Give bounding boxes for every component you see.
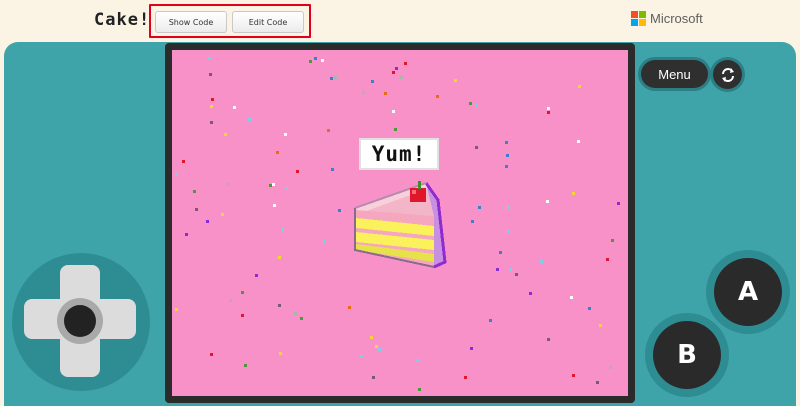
speech-bubble: Yum! — [359, 138, 439, 170]
cake-slice-sprite — [354, 181, 447, 269]
game-screen[interactable]: Yum! — [172, 50, 628, 396]
show-code-button[interactable]: Show Code — [155, 11, 227, 33]
code-button-group: Show Code Edit Code — [149, 4, 311, 38]
edit-code-button[interactable]: Edit Code — [232, 11, 304, 33]
a-button[interactable]: A — [714, 258, 782, 326]
microsoft-logo-icon — [631, 11, 646, 26]
microsoft-brand-text: Microsoft — [650, 11, 703, 26]
dpad-center[interactable] — [64, 305, 96, 337]
top-bar: Cake! Show Code Edit Code Microsoft — [0, 0, 800, 40]
menu-button[interactable]: Menu — [641, 60, 708, 88]
refresh-icon — [721, 67, 734, 82]
b-button[interactable]: B — [653, 321, 721, 389]
project-title: Cake! — [94, 10, 151, 30]
microsoft-logo[interactable]: Microsoft — [631, 11, 703, 26]
restart-button[interactable] — [713, 60, 742, 89]
